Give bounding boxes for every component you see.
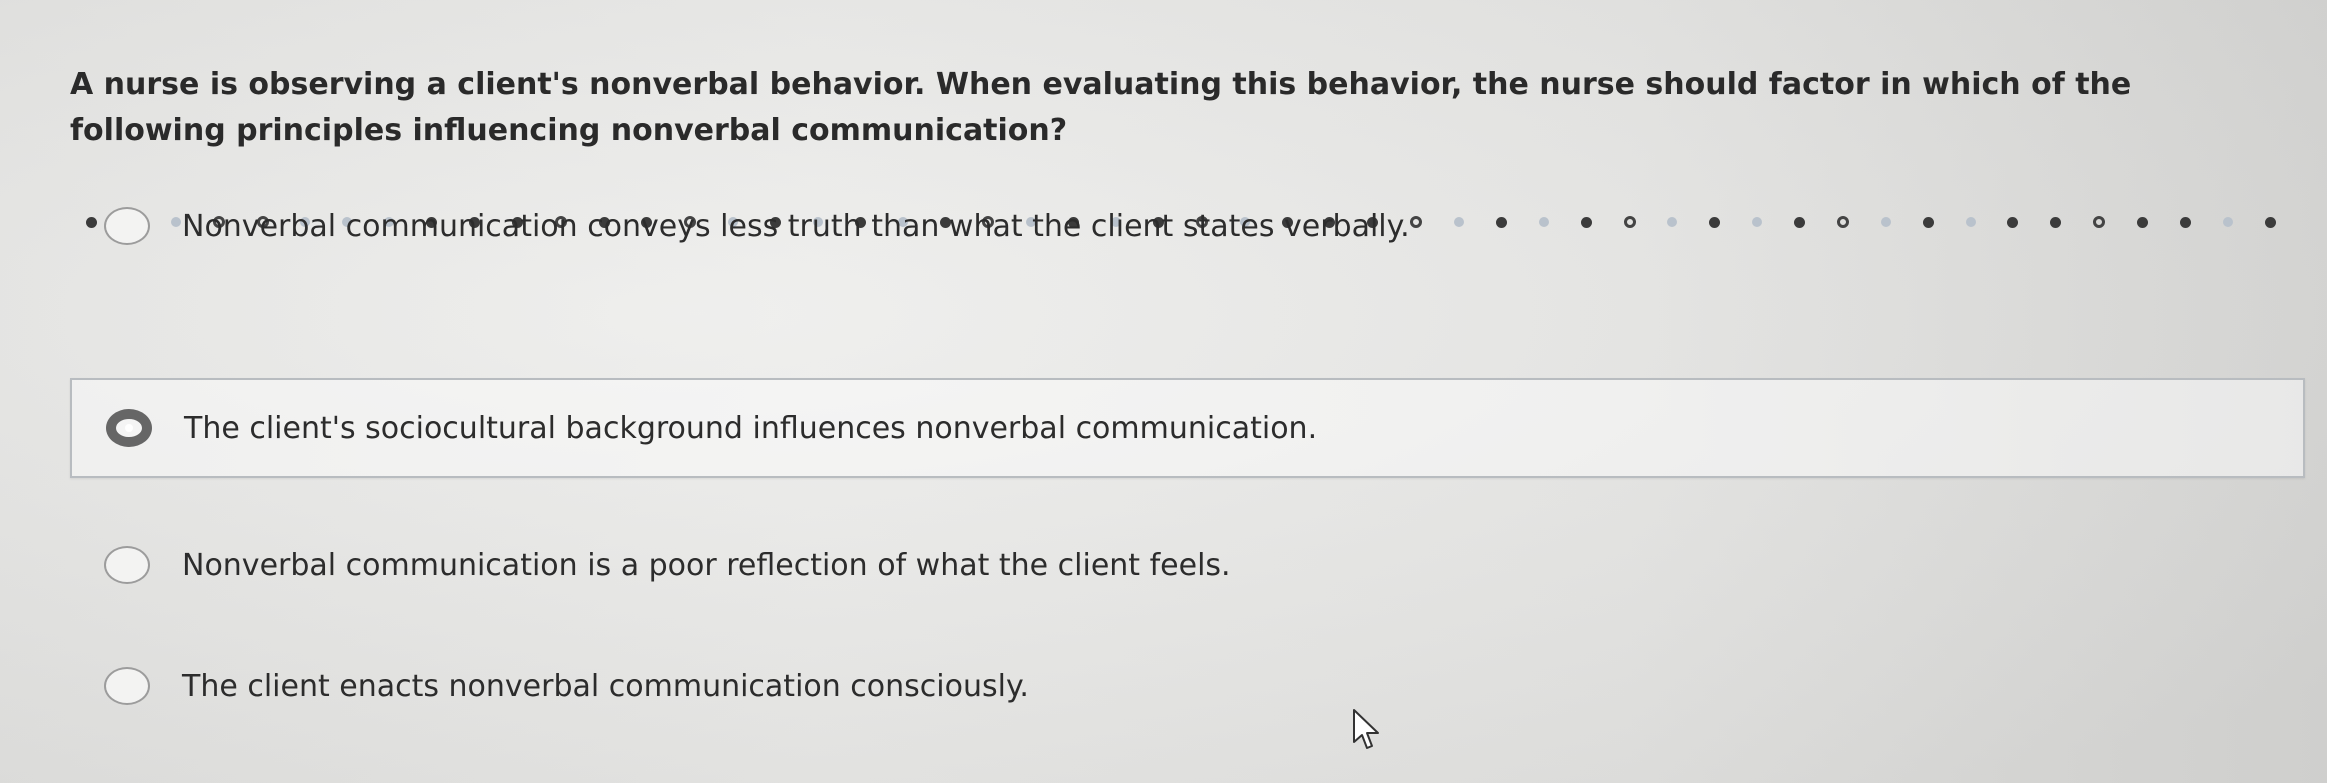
answer-option-1-label: Nonverbal communication conveys less tru… — [182, 208, 1410, 244]
answer-option-3-label: Nonverbal communication is a poor reflec… — [182, 547, 1231, 583]
mouse-pointer-icon — [1353, 709, 1379, 749]
radio-button-4[interactable] — [104, 667, 150, 705]
answer-option-4-label: The client enacts nonverbal communicatio… — [182, 668, 1029, 704]
radio-button-1[interactable] — [104, 207, 150, 245]
answer-option-2[interactable]: The client's sociocultural background in… — [70, 378, 2305, 478]
question-text: A nurse is observing a client's nonverba… — [70, 67, 2132, 148]
radio-button-2[interactable] — [106, 409, 152, 447]
answer-option-4[interactable]: The client enacts nonverbal communicatio… — [70, 636, 2305, 736]
radio-button-3[interactable] — [104, 546, 150, 584]
answer-option-3[interactable]: Nonverbal communication is a poor reflec… — [70, 515, 2305, 615]
radio-dot-icon — [125, 424, 133, 432]
answer-option-2-label: The client's sociocultural background in… — [184, 410, 1318, 446]
answer-option-1[interactable]: Nonverbal communication conveys less tru… — [70, 176, 2305, 276]
